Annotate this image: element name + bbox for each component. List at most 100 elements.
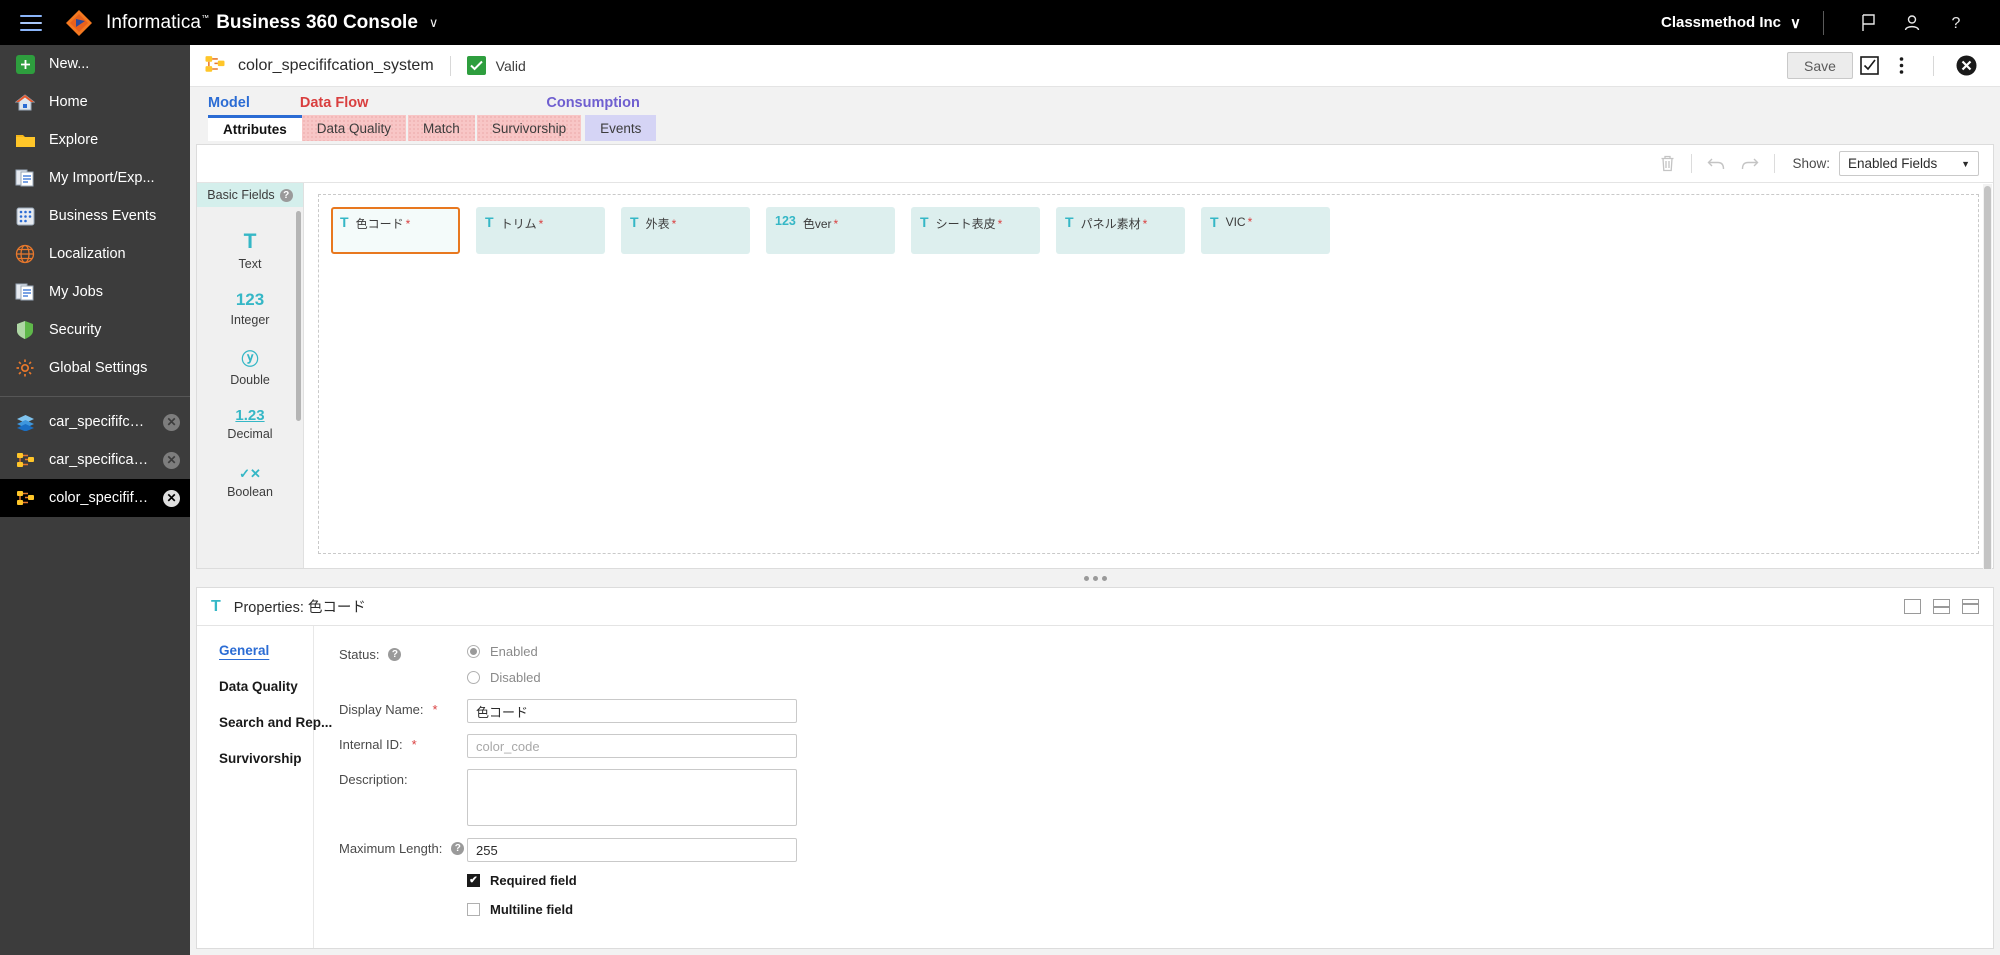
validate-checkbox-icon[interactable] — [1853, 52, 1885, 80]
maximum-length-input[interactable] — [467, 838, 797, 862]
chevron-down-icon[interactable]: ∨ — [429, 15, 439, 31]
close-icon[interactable]: ✕ — [163, 451, 180, 469]
tab-model[interactable]: Model — [208, 95, 250, 115]
properties-header: T Properties: 色コード — [197, 588, 1993, 626]
close-icon[interactable]: ✕ — [163, 413, 180, 431]
palette-scrollbar[interactable] — [296, 211, 301, 421]
globe-icon — [14, 243, 36, 265]
sidebar-document-label: car_specification... — [49, 452, 150, 468]
sidebar-item-home[interactable]: Home — [0, 83, 190, 121]
document-header-actions: Save — [1787, 52, 1982, 80]
field-card-label: 色ver * — [802, 217, 839, 231]
sidebar-item-my-import-export[interactable]: My Import/Exp... — [0, 159, 190, 197]
brand-label: Informatica — [106, 11, 202, 33]
tab-match[interactable]: Match — [408, 115, 475, 141]
panel-top-icon[interactable] — [1962, 599, 1979, 614]
sidebar-item-label: My Import/Exp... — [49, 170, 155, 186]
divider — [449, 55, 451, 76]
sidebar: New... Home Explore My Import/Exp... Bus… — [0, 45, 190, 955]
flag-icon[interactable] — [1846, 8, 1890, 38]
field-card-color-ver[interactable]: 123 色ver * — [766, 207, 895, 254]
tab-consumption[interactable]: Consumption — [546, 95, 639, 115]
sidebar-item-security[interactable]: Security — [0, 311, 190, 349]
sidebar-item-business-events[interactable]: Business Events — [0, 197, 190, 235]
undo-icon[interactable] — [1699, 151, 1733, 177]
field-card-seat-cover[interactable]: T シート表皮 * — [911, 207, 1040, 254]
internal-id-input[interactable] — [467, 734, 797, 758]
status-radio-enabled[interactable]: Enabled — [467, 644, 541, 659]
required-marker: * — [432, 702, 438, 717]
field-card-color-code[interactable]: T 色コード * — [331, 207, 460, 254]
palette-item-integer[interactable]: 123 Integer — [197, 279, 303, 337]
panel-single-icon[interactable] — [1904, 599, 1921, 614]
properties-nav-general[interactable]: General — [219, 643, 313, 658]
tab-data-quality[interactable]: Data Quality — [301, 115, 407, 141]
tab-data-flow[interactable]: Data Flow — [300, 95, 368, 115]
sidebar-document-car-specification[interactable]: car_specification... ✕ — [0, 441, 190, 479]
description-textarea[interactable] — [467, 769, 797, 826]
field-card-trim[interactable]: T トリム * — [476, 207, 605, 254]
divider — [1933, 55, 1934, 76]
canvas-scrollbar[interactable] — [1983, 184, 1992, 604]
sidebar-item-my-jobs[interactable]: My Jobs — [0, 273, 190, 311]
help-icon[interactable]: ? — [1934, 8, 1978, 38]
multiline-field-checkbox-row[interactable]: Multiline field — [467, 902, 1993, 917]
save-button[interactable]: Save — [1787, 52, 1853, 79]
decimal-type-icon: 1.23 — [235, 407, 265, 424]
svg-text:?: ? — [1952, 15, 1961, 32]
trash-icon[interactable] — [1650, 151, 1684, 177]
panel-splitter-handle[interactable] — [196, 569, 1994, 587]
sidebar-document-car-specification-model[interactable]: car_specififcatio... ✕ — [0, 403, 190, 441]
kebab-menu-icon[interactable] — [1885, 52, 1917, 80]
show-filter-select[interactable]: Enabled Fields ▼ — [1839, 151, 1979, 176]
tab-survivorship[interactable]: Survivorship — [476, 115, 582, 141]
tab-attributes[interactable]: Attributes — [208, 115, 302, 141]
required-marker: * — [1247, 215, 1253, 229]
radio-icon — [467, 645, 480, 658]
properties-nav-data-quality[interactable]: Data Quality — [219, 679, 313, 694]
sidebar-item-explore[interactable]: Explore — [0, 121, 190, 159]
tab-events[interactable]: Events — [585, 115, 657, 141]
field-card-vic[interactable]: T VIC * — [1201, 207, 1330, 254]
show-filter-value: Enabled Fields — [1848, 156, 1938, 171]
text-type-icon: T — [485, 214, 494, 230]
palette-items: T Text 123 Integer ⓨ Double 1.23 Decimal — [197, 207, 303, 511]
help-icon[interactable]: ? — [451, 842, 465, 855]
sidebar-item-global-settings[interactable]: Global Settings — [0, 349, 190, 387]
field-card-exterior[interactable]: T 外表 * — [621, 207, 750, 254]
palette-item-double[interactable]: ⓨ Double — [197, 337, 303, 395]
chevron-down-icon: ▼ — [1961, 158, 1970, 169]
sidebar-document-color-specification[interactable]: color_specififcati... ✕ — [0, 479, 190, 517]
status-radio-disabled[interactable]: Disabled — [467, 670, 541, 685]
folder-icon — [14, 129, 36, 151]
sidebar-item-label: Global Settings — [49, 360, 148, 376]
help-icon[interactable]: ? — [279, 188, 293, 202]
hamburger-icon[interactable] — [20, 14, 42, 31]
field-card-label: 外表 * — [645, 217, 677, 231]
sidebar-item-new[interactable]: New... — [0, 45, 190, 83]
canvas-toolbar: Show: Enabled Fields ▼ — [197, 145, 1993, 183]
palette-item-decimal[interactable]: 1.23 Decimal — [197, 395, 303, 453]
field-canvas[interactable]: T 色コード * T トリム * T 外表 * 123 色ver * T シート… — [318, 194, 1979, 554]
field-card-label: VIC * — [1225, 215, 1253, 229]
display-name-label: Display Name: * — [339, 702, 438, 717]
properties-nav-search-and-report[interactable]: Search and Rep... — [219, 715, 332, 730]
field-card-panel-material[interactable]: T パネル素材 * — [1056, 207, 1185, 254]
help-icon[interactable]: ? — [388, 648, 402, 661]
palette-item-text[interactable]: T Text — [197, 221, 303, 279]
close-icon[interactable]: ✕ — [163, 489, 180, 507]
display-name-input[interactable] — [467, 699, 797, 723]
properties-nav-survivorship[interactable]: Survivorship — [219, 751, 313, 766]
panel-split-icon[interactable] — [1933, 599, 1950, 614]
sidebar-item-label: Home — [49, 94, 88, 110]
sidebar-item-localization[interactable]: Localization — [0, 235, 190, 273]
secondary-tabs: Attributes Data Quality Match Survivorsh… — [190, 115, 2000, 141]
org-switcher[interactable]: Classmethod Inc ∨ — [1661, 14, 1801, 32]
required-field-checkbox-row[interactable]: ✔ Required field — [467, 873, 1993, 888]
model-icon — [204, 55, 226, 77]
palette-item-boolean[interactable]: ✓✕ Boolean — [197, 453, 303, 511]
user-icon[interactable] — [1890, 8, 1934, 38]
redo-icon[interactable] — [1733, 151, 1767, 177]
close-icon[interactable] — [1950, 52, 1982, 80]
status-radio-label: Enabled — [490, 644, 538, 659]
